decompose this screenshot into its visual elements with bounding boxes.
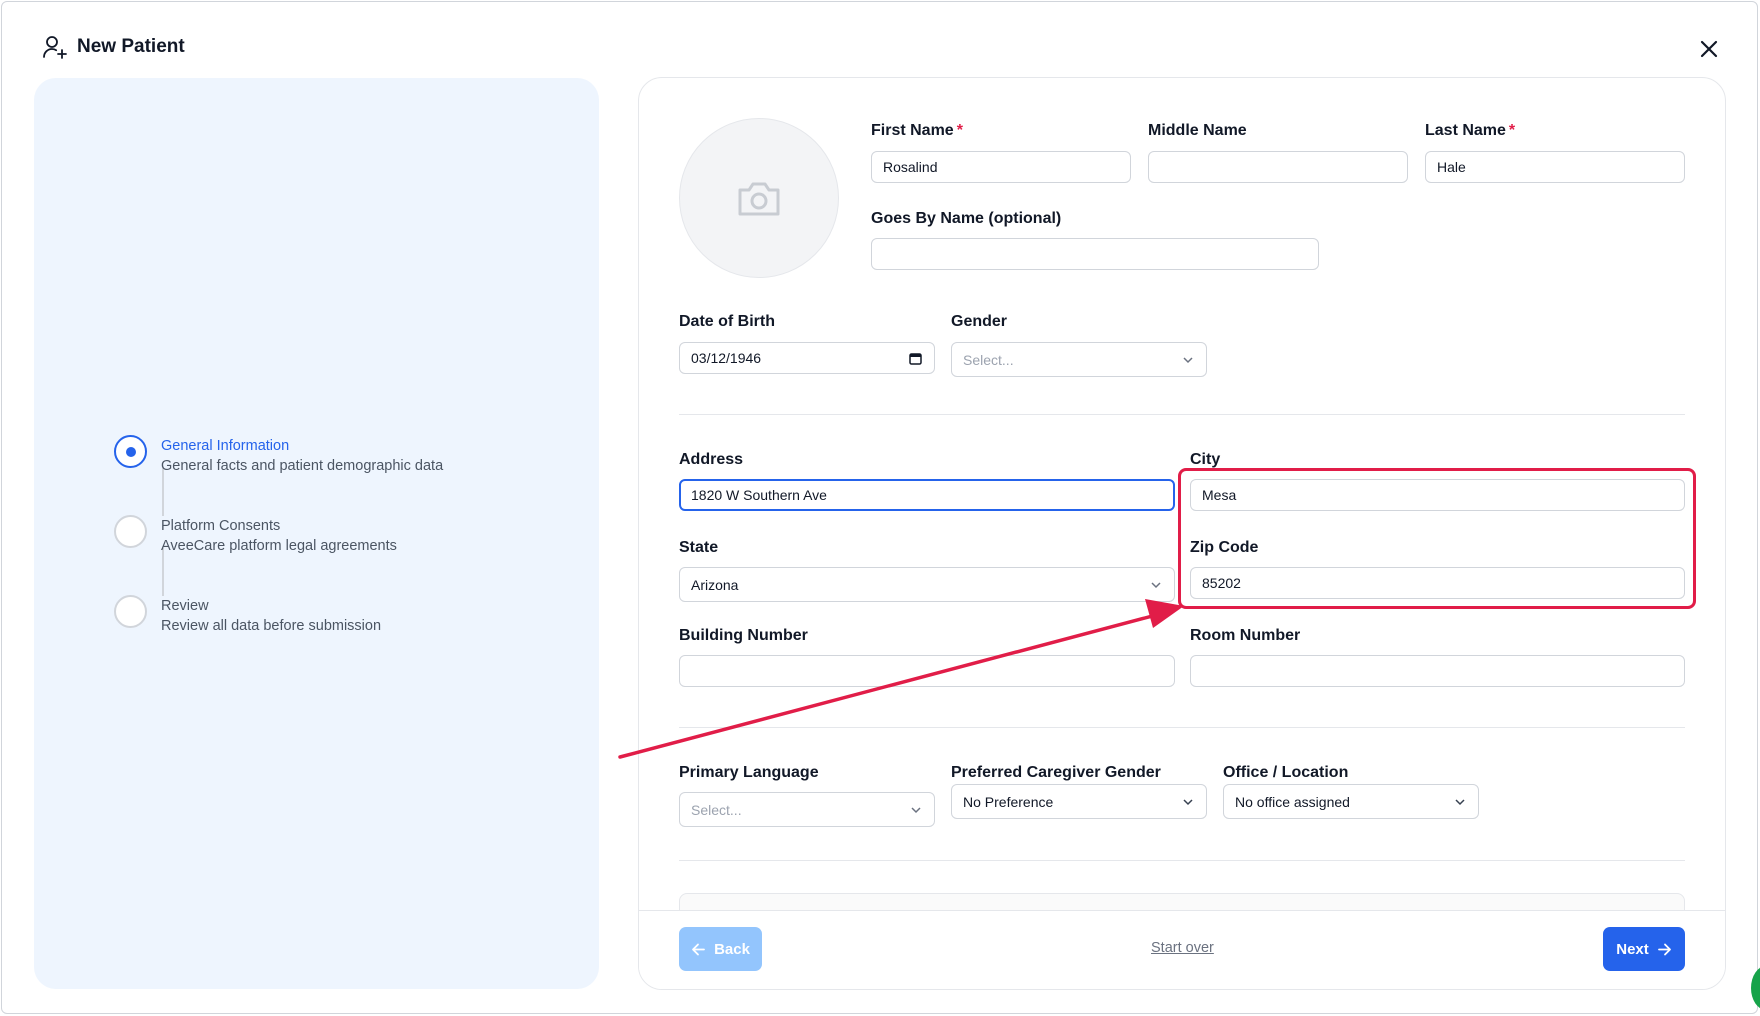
step-review[interactable]: Review Review all data before submission	[114, 595, 381, 636]
goes-by-label: Goes By Name (optional)	[871, 210, 1062, 227]
office-value: No office assigned	[1235, 793, 1350, 810]
zip-input[interactable]: 85202	[1190, 567, 1685, 599]
start-over-link[interactable]: Start over	[1151, 940, 1214, 956]
gender-select[interactable]: Select...	[951, 342, 1207, 377]
room-label: Room Number	[1190, 627, 1301, 644]
step-general-information[interactable]: General Information General facts and pa…	[114, 435, 443, 476]
caregiver-gender-value: No Preference	[963, 793, 1054, 810]
arrow-right-icon	[1657, 943, 1671, 955]
gender-label: Gender	[951, 313, 1008, 330]
step-platform-consents[interactable]: Platform Consents AveeCare platform lega…	[114, 515, 397, 556]
building-input[interactable]	[679, 655, 1175, 687]
goes-by-input[interactable]	[871, 238, 1319, 270]
caregiver-gender-select[interactable]: No Preference	[951, 784, 1207, 819]
language-placeholder: Select...	[691, 801, 742, 818]
calendar-icon[interactable]	[909, 352, 922, 365]
modal-header: New Patient	[42, 34, 185, 60]
chevron-down-icon	[911, 806, 921, 813]
next-label: Next	[1616, 940, 1649, 958]
section-divider	[679, 414, 1685, 415]
back-label: Back	[714, 940, 750, 958]
room-input[interactable]	[1190, 655, 1685, 687]
step-title: Review	[161, 598, 209, 614]
dob-label: Date of Birth	[679, 313, 775, 330]
step-indicator	[114, 515, 147, 548]
back-button[interactable]: Back	[679, 927, 762, 971]
close-icon[interactable]	[1698, 38, 1720, 60]
chevron-down-icon	[1151, 581, 1161, 588]
zip-label: Zip Code	[1190, 539, 1259, 556]
middle-name-input[interactable]	[1148, 151, 1408, 183]
chevron-down-icon	[1455, 798, 1465, 805]
step-indicator-active	[114, 435, 147, 468]
section-divider	[679, 727, 1685, 728]
first-name-label: First Name *	[871, 122, 963, 139]
dob-input[interactable]: 03/12/1946	[679, 342, 935, 374]
middle-name-label: Middle Name	[1148, 122, 1247, 139]
patient-form-card: First Name * Rosalind Middle Name Last Na…	[638, 77, 1726, 990]
caregiver-gender-label: Preferred Caregiver Gender	[951, 764, 1161, 781]
state-select[interactable]: Arizona	[679, 567, 1175, 602]
language-label: Primary Language	[679, 764, 819, 781]
section-divider	[679, 860, 1685, 861]
step-title: Platform Consents	[161, 518, 281, 534]
state-label: State	[679, 539, 719, 556]
dob-value: 03/12/1946	[691, 350, 762, 366]
language-select[interactable]: Select...	[679, 792, 935, 827]
form-footer: Back Start over Next	[639, 910, 1725, 989]
chevron-down-icon	[1183, 356, 1193, 363]
last-name-input[interactable]: Hale	[1425, 151, 1685, 183]
state-value: Arizona	[691, 576, 739, 593]
building-label: Building Number	[679, 627, 808, 644]
step-description: AveeCare platform legal agreements	[161, 538, 397, 554]
first-name-input[interactable]: Rosalind	[871, 151, 1131, 183]
gender-placeholder: Select...	[963, 351, 1014, 368]
modal-title: New Patient	[77, 36, 185, 57]
arrow-left-icon	[692, 943, 705, 955]
photo-upload[interactable]	[679, 118, 839, 278]
next-button[interactable]: Next	[1603, 927, 1685, 971]
chevron-down-icon	[1183, 798, 1193, 805]
city-label: City	[1190, 451, 1221, 468]
address-input[interactable]: 1820 W Southern Ave	[679, 479, 1175, 511]
camera-icon	[738, 182, 780, 216]
step-indicator	[114, 595, 147, 628]
office-select[interactable]: No office assigned	[1223, 784, 1479, 819]
last-name-label: Last Name *	[1425, 122, 1516, 139]
city-input[interactable]: Mesa	[1190, 479, 1685, 511]
address-label: Address	[679, 451, 744, 468]
add-user-icon	[43, 36, 67, 59]
step-description: General facts and patient demographic da…	[161, 458, 444, 474]
office-label: Office / Location	[1223, 764, 1349, 781]
step-title: General Information	[161, 438, 290, 454]
step-description: Review all data before submission	[161, 618, 382, 634]
